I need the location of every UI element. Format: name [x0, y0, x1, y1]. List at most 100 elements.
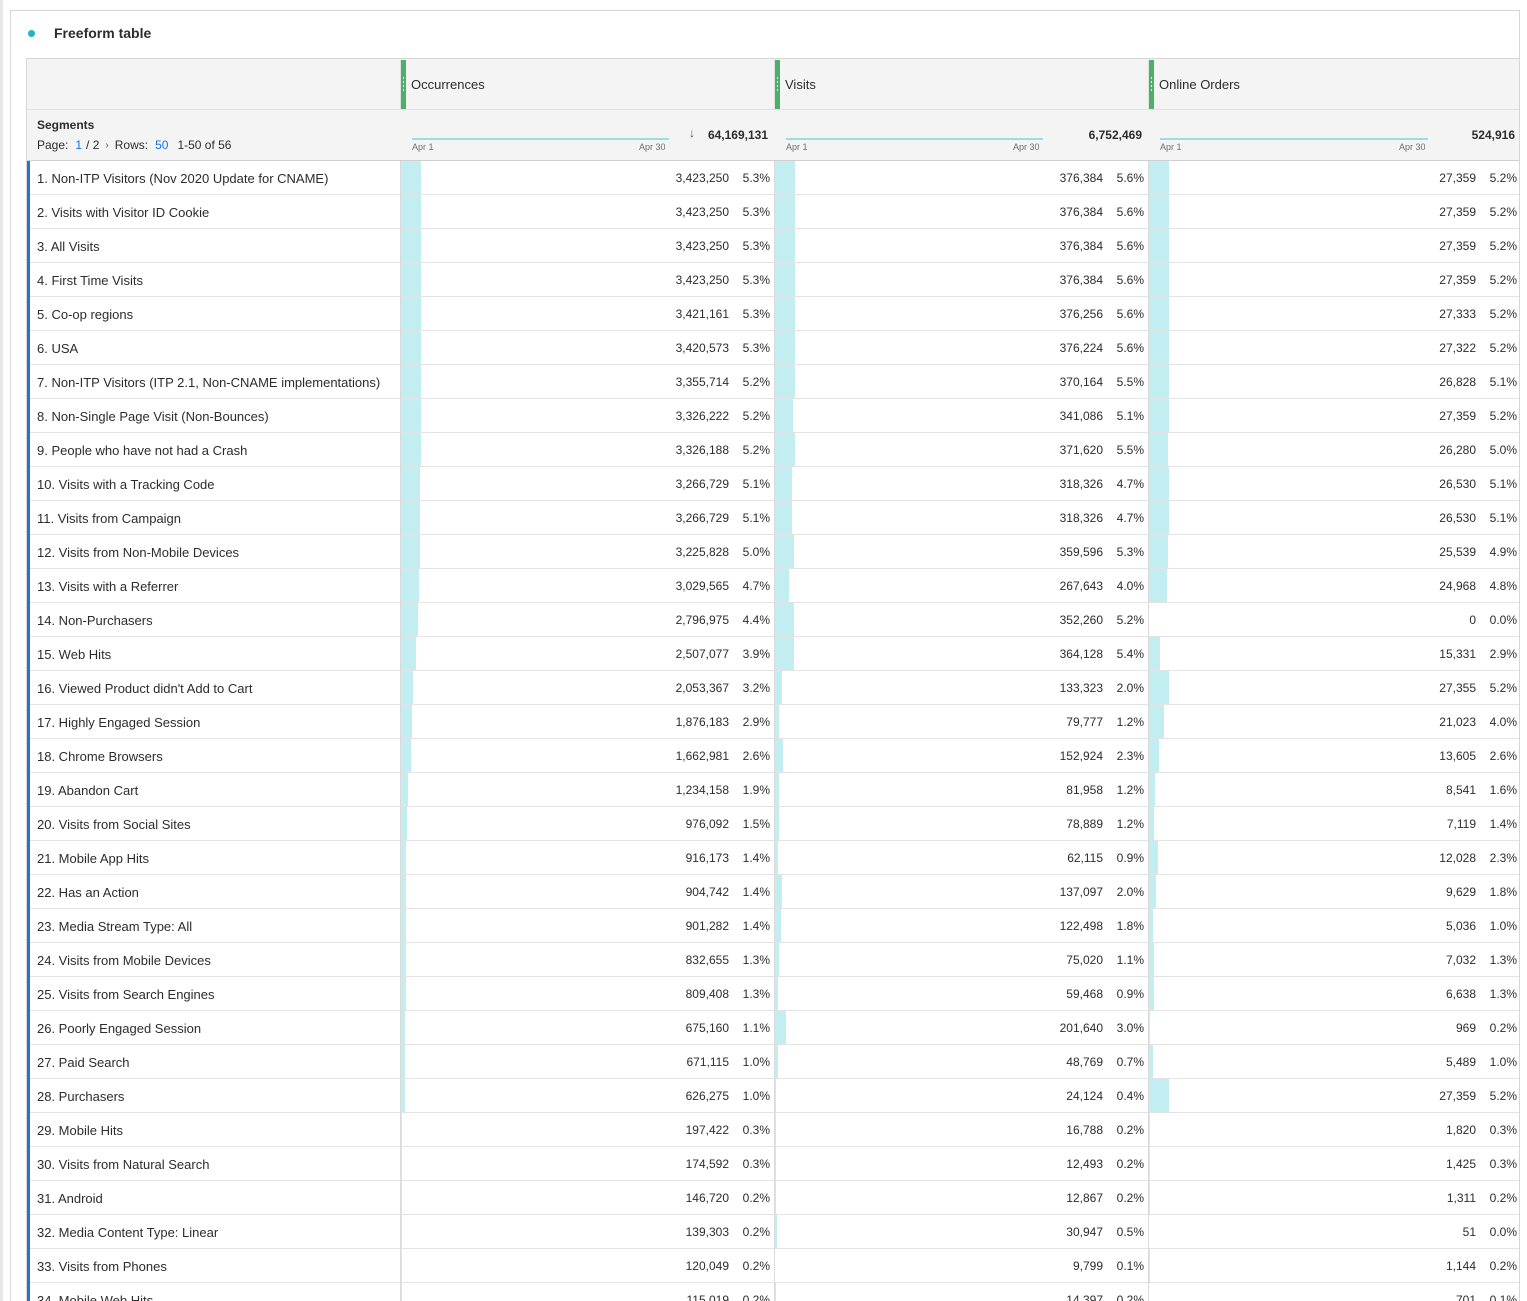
table-row[interactable]: 4. First Time Visits 3,423,250 5.3% 376,384…: [27, 263, 1519, 297]
metric-cell[interactable]: 976,092 1.5%: [400, 807, 774, 841]
row-label[interactable]: 26. Poorly Engaged Session: [37, 1021, 201, 1036]
metric-cell[interactable]: 12,493 0.2%: [774, 1147, 1148, 1181]
metric-cell[interactable]: 21,023 4.0%: [1148, 705, 1519, 739]
row-label[interactable]: 15. Web Hits: [37, 647, 111, 662]
table-row[interactable]: 20. Visits from Social Sites 976,092 1.5% 7…: [27, 807, 1519, 841]
metric-cell[interactable]: 675,160 1.1%: [400, 1011, 774, 1045]
row-label[interactable]: 3. All Visits: [37, 239, 100, 254]
metric-cell[interactable]: 3,423,250 5.3%: [400, 195, 774, 229]
row-label[interactable]: 9. People who have not had a Crash: [37, 443, 247, 458]
metric-cell[interactable]: 79,777 1.2%: [774, 705, 1148, 739]
metric-cell[interactable]: 901,282 1.4%: [400, 909, 774, 943]
metric-cell[interactable]: 3,421,161 5.3%: [400, 297, 774, 331]
table-row[interactable]: 11. Visits from Campaign 3,266,729 5.1% 318…: [27, 501, 1519, 535]
metric-cell[interactable]: 3,355,714 5.2%: [400, 365, 774, 399]
metric-cell[interactable]: 25,539 4.9%: [1148, 535, 1519, 569]
metric-cell[interactable]: 7,119 1.4%: [1148, 807, 1519, 841]
metric-cell[interactable]: 139,303 0.2%: [400, 1215, 774, 1249]
metric-cell[interactable]: 1,144 0.2%: [1148, 1249, 1519, 1283]
page-current-link[interactable]: 1: [75, 138, 82, 152]
metric-cell[interactable]: 26,530 5.1%: [1148, 501, 1519, 535]
column-name[interactable]: Occurrences: [411, 77, 485, 92]
table-row[interactable]: 6. USA 3,420,573 5.3% 376,224 5.6% 27,322 5.2%: [27, 331, 1519, 365]
metric-cell[interactable]: 626,275 1.0%: [400, 1079, 774, 1113]
metric-cell[interactable]: 51 0.0%: [1148, 1215, 1519, 1249]
metric-cell[interactable]: 24,968 4.8%: [1148, 569, 1519, 603]
panel-title-row[interactable]: Freeform table: [28, 23, 151, 43]
column-header-visits[interactable]: Visits: [774, 59, 1148, 110]
row-label[interactable]: 31. Android: [37, 1191, 103, 1206]
metric-cell[interactable]: 146,720 0.2%: [400, 1181, 774, 1215]
table-row[interactable]: 31. Android 146,720 0.2% 12,867 0.2% 1,311 0.2…: [27, 1181, 1519, 1215]
drag-handle-icon[interactable]: [1149, 60, 1154, 109]
table-row[interactable]: 1. Non-ITP Visitors (Nov 2020 Update for…: [27, 161, 1519, 195]
metric-cell[interactable]: 27,359 5.2%: [1148, 1079, 1519, 1113]
metric-cell[interactable]: 174,592 0.3%: [400, 1147, 774, 1181]
metric-cell[interactable]: 371,620 5.5%: [774, 433, 1148, 467]
row-label[interactable]: 33. Visits from Phones: [37, 1259, 167, 1274]
metric-cell[interactable]: 364,128 5.4%: [774, 637, 1148, 671]
metric-cell[interactable]: 27,355 5.2%: [1148, 671, 1519, 705]
metric-cell[interactable]: 3,423,250 5.3%: [400, 161, 774, 195]
table-row[interactable]: 32. Media Content Type: Linear 139,303 0.2…: [27, 1215, 1519, 1249]
table-row[interactable]: 2. Visits with Visitor ID Cookie 3,423,25…: [27, 195, 1519, 229]
metric-cell[interactable]: 26,828 5.1%: [1148, 365, 1519, 399]
metric-cell[interactable]: 62,115 0.9%: [774, 841, 1148, 875]
row-label[interactable]: 1. Non-ITP Visitors (Nov 2020 Update for…: [37, 171, 328, 186]
metric-cell[interactable]: 75,020 1.1%: [774, 943, 1148, 977]
metric-cell[interactable]: 9,799 0.1%: [774, 1249, 1148, 1283]
metric-cell[interactable]: 1,311 0.2%: [1148, 1181, 1519, 1215]
metric-cell[interactable]: 59,468 0.9%: [774, 977, 1148, 1011]
table-row[interactable]: 26. Poorly Engaged Session 675,160 1.1% 201…: [27, 1011, 1519, 1045]
metric-cell[interactable]: 24,124 0.4%: [774, 1079, 1148, 1113]
metric-cell[interactable]: 3,423,250 5.3%: [400, 229, 774, 263]
table-row[interactable]: 24. Visits from Mobile Devices 832,655 1.3…: [27, 943, 1519, 977]
metric-cell[interactable]: 48,769 0.7%: [774, 1045, 1148, 1079]
metric-cell[interactable]: 27,359 5.2%: [1148, 263, 1519, 297]
table-row[interactable]: 33. Visits from Phones 120,049 0.2% 9,799 0.…: [27, 1249, 1519, 1283]
metric-cell[interactable]: 904,742 1.4%: [400, 875, 774, 909]
table-row[interactable]: 9. People who have not had a Crash 3,326,…: [27, 433, 1519, 467]
metric-cell[interactable]: 370,164 5.5%: [774, 365, 1148, 399]
metric-cell[interactable]: 3,225,828 5.0%: [400, 535, 774, 569]
metric-cell[interactable]: 8,541 1.6%: [1148, 773, 1519, 807]
metric-cell[interactable]: 0 0.0%: [1148, 603, 1519, 637]
metric-cell[interactable]: 137,097 2.0%: [774, 875, 1148, 909]
row-label[interactable]: 18. Chrome Browsers: [37, 749, 163, 764]
metric-cell[interactable]: 376,384 5.6%: [774, 229, 1148, 263]
table-row[interactable]: 28. Purchasers 626,275 1.0% 24,124 0.4% 27,35…: [27, 1079, 1519, 1113]
dimension-label[interactable]: Segments: [37, 118, 94, 132]
metric-cell[interactable]: 671,115 1.0%: [400, 1045, 774, 1079]
metric-cell[interactable]: 115,019 0.2%: [400, 1283, 774, 1301]
metric-cell[interactable]: 916,173 1.4%: [400, 841, 774, 875]
row-label[interactable]: 12. Visits from Non-Mobile Devices: [37, 545, 239, 560]
metric-cell[interactable]: 376,384 5.6%: [774, 263, 1148, 297]
metric-cell[interactable]: 1,425 0.3%: [1148, 1147, 1519, 1181]
table-row[interactable]: 30. Visits from Natural Search 174,592 0.3…: [27, 1147, 1519, 1181]
table-row[interactable]: 22. Has an Action 904,742 1.4% 137,097 2.0% 9…: [27, 875, 1519, 909]
metric-cell[interactable]: 30,947 0.5%: [774, 1215, 1148, 1249]
row-label[interactable]: 24. Visits from Mobile Devices: [37, 953, 211, 968]
row-label[interactable]: 32. Media Content Type: Linear: [37, 1225, 218, 1240]
row-label[interactable]: 25. Visits from Search Engines: [37, 987, 215, 1002]
row-label[interactable]: 11. Visits from Campaign: [37, 511, 181, 526]
metric-cell[interactable]: 27,333 5.2%: [1148, 297, 1519, 331]
table-row[interactable]: 23. Media Stream Type: All 901,282 1.4% 122…: [27, 909, 1519, 943]
metric-cell[interactable]: 2,507,077 3.9%: [400, 637, 774, 671]
row-label[interactable]: 5. Co-op regions: [37, 307, 133, 322]
metric-cell[interactable]: 27,359 5.2%: [1148, 161, 1519, 195]
metric-cell[interactable]: 27,359 5.2%: [1148, 195, 1519, 229]
metric-cell[interactable]: 2,796,975 4.4%: [400, 603, 774, 637]
metric-cell[interactable]: 5,489 1.0%: [1148, 1045, 1519, 1079]
metric-cell[interactable]: 5,036 1.0%: [1148, 909, 1519, 943]
table-row[interactable]: 5. Co-op regions 3,421,161 5.3% 376,256 5.6%…: [27, 297, 1519, 331]
table-row[interactable]: 3. All Visits 3,423,250 5.3% 376,384 5.6% 27,…: [27, 229, 1519, 263]
metric-cell[interactable]: 6,638 1.3%: [1148, 977, 1519, 1011]
row-label[interactable]: 28. Purchasers: [37, 1089, 124, 1104]
chevron-right-icon[interactable]: ›: [105, 140, 108, 151]
metric-cell[interactable]: 3,029,565 4.7%: [400, 569, 774, 603]
metric-cell[interactable]: 376,256 5.6%: [774, 297, 1148, 331]
column-name[interactable]: Online Orders: [1159, 77, 1240, 92]
metric-cell[interactable]: 267,643 4.0%: [774, 569, 1148, 603]
sort-descending-icon[interactable]: ↓: [689, 126, 695, 140]
